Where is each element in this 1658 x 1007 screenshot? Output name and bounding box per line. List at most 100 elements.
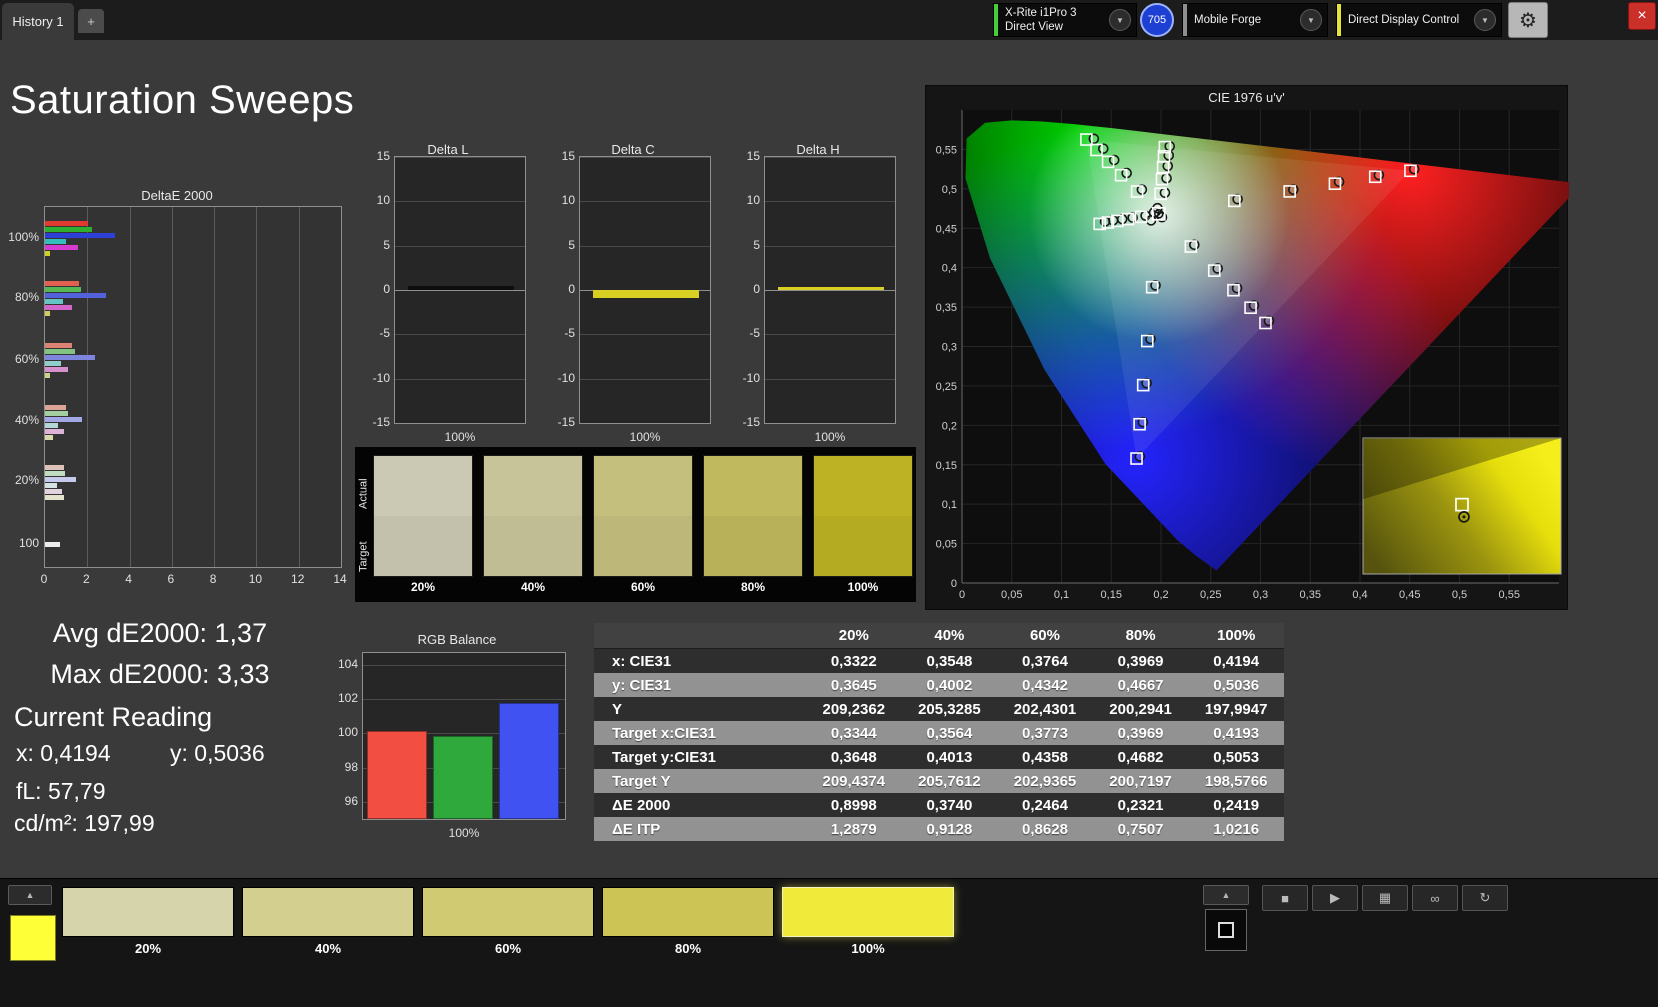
y-axis-group-label: 100% [8,229,39,244]
de-bar [45,367,69,373]
bottom-swatch-100%[interactable] [782,887,954,937]
table-cell: 0,3773 [1022,724,1068,742]
add-tab-button[interactable]: + [78,9,104,33]
actual-target-swatch-strip: Actual Target 20% 40% 60% 80% 100% [355,447,916,602]
de-bar [45,293,107,299]
saturation-swatch-100% [813,455,913,577]
de-bar [45,488,62,494]
table-cell: 0,4013 [926,748,973,766]
table-cell: 205,7612 [918,772,981,790]
de-bar [45,422,58,428]
table-cell: 0,3969 [1117,724,1164,742]
de-bar [45,476,76,482]
row-label: Target x:CIE31 [612,724,716,742]
link-button[interactable]: ∞ [1412,885,1458,911]
gridline [363,664,565,666]
y-axis-tick-label: -15 [372,415,390,429]
delta-h-chart: Delta H 15 10 5 0 -5 -10 -15 100% [738,140,898,452]
table-row: Target Y 209,4374 205,7612 202,9365 200,7197… [594,769,1284,793]
y-axis-tick-label: 5 [753,237,760,252]
table-cell: 0,3645 [830,676,877,694]
y-axis-tick-label: 5 [383,237,390,252]
table-row: Target y:CIE31 0,3648 0,4013 0,4358 0,4682 0,… [594,745,1284,769]
de-stats: Avg dE2000: 1,37 Max dE2000: 3,33 [10,618,310,700]
de-bar [45,281,79,287]
table-cell: 0,2321 [1117,796,1164,814]
refresh-button[interactable]: ↻ [1462,885,1508,911]
save-button[interactable]: ▦ [1362,885,1408,911]
meter-selector[interactable]: X-Rite i1Pro 3 Direct View ▼ [993,3,1137,37]
cie-1976-diagram: 0 0,05 0,1 0,15 0,2 0,25 0,3 0,35 0,4 0,45 0,5 0,55… [936,110,1569,601]
delta-plot-area [579,156,711,424]
delta-plot-area [764,156,896,424]
display-control-selector[interactable]: Direct Display Control ▼ [1336,3,1502,37]
saturation-swatch-20% [373,455,473,577]
pattern-window-button[interactable] [1205,909,1247,951]
de-bar [45,355,95,361]
gridline [580,201,710,203]
play-button[interactable]: ▶ [1312,885,1358,911]
gridline [765,423,895,424]
cie-title: CIE 1976 u'v' [1208,90,1285,105]
close-icon[interactable]: × [1628,2,1656,30]
table-cell: 200,2941 [1109,700,1172,718]
meter-count-badge[interactable]: 705 [1140,3,1174,37]
de-bar [45,287,81,293]
display-control-label: Direct Display Control [1348,13,1460,26]
table-row: ΔE ITP 1,2879 0,9128 0,8628 0,7507 1,0216 [594,817,1284,841]
gridline [341,207,342,567]
swatch-label: 100% [847,580,879,594]
bottom-swatch-label: 60% [494,941,522,956]
table-cell: 1,2879 [830,820,877,838]
table-cell: 205,3285 [918,700,981,718]
meter-label: X-Rite i1Pro 3 Direct View [1005,6,1077,33]
chevron-down-icon[interactable]: ▼ [1109,9,1131,31]
svg-text:0,35: 0,35 [1300,589,1321,601]
table-cell: 0,3969 [1117,652,1164,670]
de-bar [45,299,63,305]
svg-text:0: 0 [951,578,957,590]
delta-l-chart: Delta L 15 10 5 0 -5 -10 -15 100% [368,140,528,452]
y-axis-tick-label: 10 [561,193,575,208]
x-axis-tick-label: 14 [333,572,347,586]
saturation-swatch-80% [703,455,803,577]
table-cell: 0,8628 [1022,820,1068,838]
y-axis-tick-label: -5 [749,326,760,341]
chevron-down-icon[interactable]: ▼ [1474,9,1496,31]
saturation-swatch-40% [483,455,583,577]
up-arrow-icon[interactable]: ▲ [1203,885,1249,905]
svg-text:0,15: 0,15 [1101,589,1122,601]
table-cell: 0,4358 [1022,748,1068,766]
gridline [395,423,525,424]
stop-button[interactable]: ■ [1262,885,1308,911]
target-half [704,516,802,576]
rgb-bar [367,730,427,819]
table-row: x: CIE31 0,3322 0,3548 0,3764 0,3969 0,4194 [594,649,1284,673]
reference-yellow-swatch[interactable] [10,915,56,961]
svg-text:0,1: 0,1 [1054,589,1069,601]
bottom-swatch-80%[interactable] [602,887,774,937]
bottom-swatch-40%[interactable] [242,887,414,937]
table-row: Y 209,2362 205,3285 202,4301 200,2941 197,994… [594,697,1284,721]
up-arrow-icon[interactable]: ▲ [8,885,52,905]
de-bar [45,239,67,245]
bottom-swatch-60%[interactable] [422,887,594,937]
tab-history-1[interactable]: History 1 [2,3,74,40]
y-axis-tick-label: 5 [568,237,575,252]
table-cell: 1,0216 [1213,820,1260,838]
gridline [363,699,565,701]
y-axis-tick-label: 96 [344,793,358,808]
y-axis-tick-label: -10 [372,370,390,385]
svg-text:0,55: 0,55 [1499,589,1520,601]
table-cell: 200,7197 [1109,772,1172,790]
chevron-down-icon[interactable]: ▼ [1300,9,1322,31]
settings-gear-icon[interactable]: ⚙ [1508,2,1548,38]
bottom-swatch-20%[interactable] [62,887,234,937]
chart-title: DeltaE 2000 [141,188,213,203]
svg-text:0: 0 [959,589,965,601]
gridline [765,245,895,247]
target-half [484,516,582,576]
y-axis-tick-label: 15 [746,149,760,163]
gridline [395,290,525,291]
source-selector[interactable]: Mobile Forge ▼ [1182,3,1328,37]
